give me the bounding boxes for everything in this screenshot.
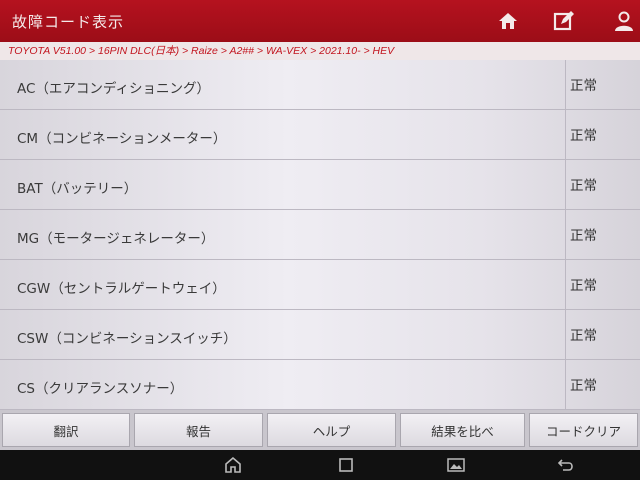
- help-button[interactable]: ヘルプ: [267, 413, 396, 447]
- report-button[interactable]: 報告: [134, 413, 263, 447]
- home-icon[interactable]: [496, 9, 520, 33]
- status-label: 正常: [565, 310, 640, 359]
- list-item[interactable]: CGW（セントラルゲートウェイ） 正常: [0, 260, 640, 310]
- system-status-list[interactable]: AC（エアコンディショニング） 正常 CM（コンビネーションメーター） 正常 B…: [0, 60, 640, 410]
- compare-results-button[interactable]: 結果を比べ: [400, 413, 525, 447]
- system-name: BAT（バッテリー）: [17, 181, 138, 197]
- screenshot-icon[interactable]: [446, 455, 466, 475]
- system-name: MG（モータージェネレーター）: [17, 231, 215, 247]
- app-header: 故障コード表示: [0, 0, 640, 42]
- recent-apps-icon[interactable]: [336, 455, 356, 475]
- back-icon[interactable]: [556, 455, 576, 475]
- list-item[interactable]: CM（コンビネーションメーター） 正常: [0, 110, 640, 160]
- list-item[interactable]: AC（エアコンディショニング） 正常: [0, 60, 640, 110]
- list-item[interactable]: BAT（バッテリー） 正常: [0, 160, 640, 210]
- bottom-toolbar: 翻訳 報告 ヘルプ 結果を比べ コードクリア: [0, 410, 640, 450]
- list-item[interactable]: CSW（コンビネーションスイッチ） 正常: [0, 310, 640, 360]
- translate-button[interactable]: 翻訳: [2, 413, 130, 447]
- status-label: 正常: [565, 210, 640, 259]
- status-label: 正常: [565, 60, 640, 109]
- nav-home-icon[interactable]: [223, 455, 243, 475]
- status-label: 正常: [565, 160, 640, 209]
- system-name: CM（コンビネーションメーター）: [17, 131, 227, 147]
- list-item[interactable]: CS（クリアランスソナー） 正常: [0, 360, 640, 410]
- list-item[interactable]: MG（モータージェネレーター） 正常: [0, 210, 640, 260]
- status-label: 正常: [565, 360, 640, 409]
- system-name: AC（エアコンディショニング）: [17, 81, 210, 97]
- user-icon[interactable]: [612, 9, 636, 33]
- status-label: 正常: [565, 110, 640, 159]
- system-name: CS（クリアランスソナー）: [17, 381, 184, 397]
- edit-note-icon[interactable]: [552, 9, 576, 33]
- system-name: CGW（セントラルゲートウェイ）: [17, 281, 226, 297]
- clear-codes-button[interactable]: コードクリア: [529, 413, 638, 447]
- page-title: 故障コード表示: [12, 13, 125, 31]
- android-nav-bar: [0, 450, 640, 480]
- breadcrumb: TOYOTA V51.00 > 16PIN DLC(日本) > Raize > …: [0, 42, 640, 60]
- status-label: 正常: [565, 260, 640, 309]
- screen: 故障コード表示 TOYOTA V51.00 > 16PIN DLC(日本) > …: [0, 0, 640, 450]
- system-name: CSW（コンビネーションスイッチ）: [17, 331, 237, 347]
